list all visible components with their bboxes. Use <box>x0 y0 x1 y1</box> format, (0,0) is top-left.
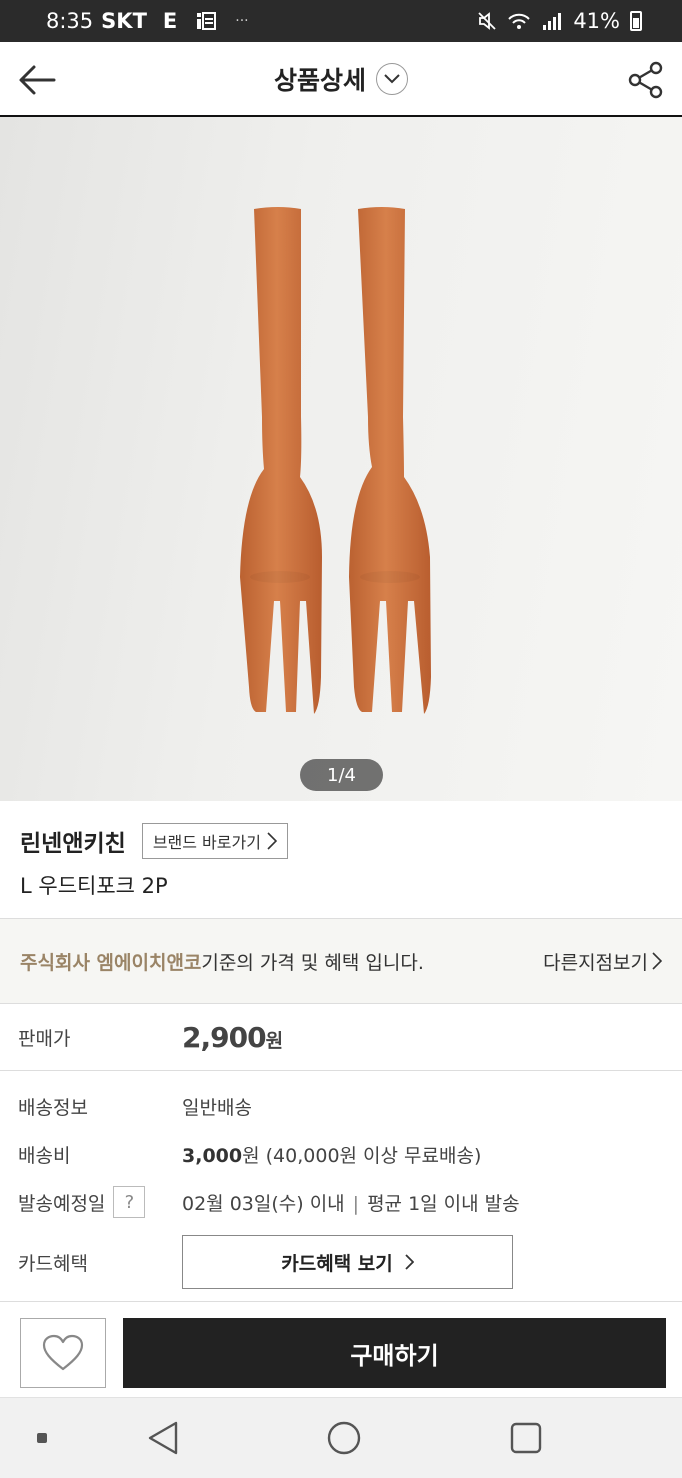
shipping-fee-value: 3,000원 (40,000원 이상 무료배송) <box>182 1141 481 1168</box>
dispatch-average: 평균 1일 이내 발송 <box>367 1192 520 1215</box>
square-recents-icon <box>510 1422 542 1454</box>
store-notice-message: 기준의 가격 및 혜택 입니다. <box>201 951 424 974</box>
card-benefit-button-label: 카드혜택 보기 <box>281 1252 393 1275</box>
card-benefit-row: 카드혜택 카드혜택 보기 <box>0 1234 682 1290</box>
status-bar: 8:35 SKT E ··· 41% <box>0 0 682 42</box>
dot-icon <box>37 1433 47 1443</box>
nav-back-button[interactable] <box>143 1418 183 1458</box>
system-navigation-bar <box>0 1397 682 1478</box>
heart-icon <box>42 1334 84 1371</box>
dispatch-date-label-wrap: 발송예정일 ? <box>0 1186 182 1218</box>
image-page-indicator: 1/4 <box>300 759 383 791</box>
battery-percent: 41% <box>573 9 620 33</box>
brand-link-button[interactable]: 브랜드 바로가기 <box>141 823 288 859</box>
dispatch-separator: | <box>352 1192 360 1215</box>
shipping-fee-row: 배송비 3,000원 (40,000원 이상 무료배송) <box>0 1136 682 1172</box>
dispatch-date-row: 발송예정일 ? 02월 03일(수) 이내 | 평균 1일 이내 발송 <box>0 1184 682 1220</box>
arrow-left-icon <box>19 65 56 95</box>
price-amount: 2,900 <box>182 1020 267 1054</box>
status-time: 8:35 <box>46 9 94 33</box>
price-label: 판매가 <box>18 1027 71 1050</box>
dispatch-date-label: 발송예정일 <box>18 1192 106 1215</box>
shipping-fee-amount: 3,000 <box>182 1144 243 1167</box>
chevron-right-icon <box>405 1254 414 1270</box>
status-more-dots: ··· <box>235 13 249 29</box>
brand-name: 린넨앤키친 <box>20 831 126 857</box>
bottom-action-bar: 구매하기 <box>0 1301 682 1397</box>
nav-dot-button[interactable] <box>22 1418 62 1458</box>
page-title: 상품상세 <box>273 65 366 95</box>
title-dropdown[interactable]: 상품상세 <box>274 61 408 97</box>
product-image-wooden-forks <box>240 207 431 714</box>
product-name: L 우드티포크 2P <box>20 874 168 898</box>
brand-link-label: 브랜드 바로가기 <box>152 833 261 852</box>
price-value: 2,900원 <box>182 1020 284 1054</box>
other-stores-label: 다른지점보기 <box>543 951 648 974</box>
shipping-fee-label: 배송비 <box>18 1144 71 1167</box>
price-unit: 원 <box>265 1029 284 1052</box>
share-button[interactable] <box>628 60 664 100</box>
circle-home-icon <box>327 1421 361 1455</box>
shipping-info-value: 일반배송 <box>182 1096 252 1119</box>
brand-row: 린넨앤키친 브랜드 바로가기 <box>20 823 288 859</box>
back-button[interactable] <box>18 60 58 100</box>
signal-icon <box>543 13 562 30</box>
shipping-info-row: 배송정보 일반배송 <box>0 1088 682 1124</box>
other-stores-link[interactable]: 다른지점보기 <box>543 948 662 975</box>
shipping-fee-unit: 원 <box>242 1144 260 1167</box>
store-price-notice: 주식회사 엠에이치앤코 기준의 가격 및 혜택 입니다. 다른지점보기 <box>0 918 682 1004</box>
chevron-right-icon <box>652 952 662 970</box>
top-app-bar: 상품상세 <box>0 42 682 117</box>
wishlist-button[interactable] <box>20 1318 106 1388</box>
store-company-name: 주식회사 엠에이치앤코 <box>20 951 202 974</box>
buy-button[interactable]: 구매하기 <box>123 1318 666 1388</box>
price-row: 판매가 2,900원 <box>0 1004 682 1071</box>
shipping-fee-note: (40,000원 이상 무료배송) <box>265 1144 482 1167</box>
dispatch-date-value: 02월 03일(수) 이내 <box>182 1192 345 1215</box>
product-image-gallery[interactable]: 1/4 <box>0 117 682 801</box>
status-network: E <box>162 9 178 33</box>
mute-icon <box>478 12 496 30</box>
shipping-info-label: 배송정보 <box>18 1096 88 1119</box>
nav-home-button[interactable] <box>324 1418 364 1458</box>
status-carrier: SKT <box>101 9 147 33</box>
triangle-back-icon <box>148 1421 178 1455</box>
nav-recents-button[interactable] <box>506 1418 546 1458</box>
share-icon <box>628 61 663 99</box>
chevron-down-icon <box>376 62 408 95</box>
dispatch-date-value-wrap: 02월 03일(수) 이내 | 평균 1일 이내 발송 <box>182 1189 520 1216</box>
card-benefit-button[interactable]: 카드혜택 보기 <box>182 1235 513 1289</box>
card-benefit-label: 카드혜택 <box>18 1252 88 1275</box>
wifi-icon <box>508 13 531 29</box>
chevron-right-icon <box>267 832 277 850</box>
app-notification-icon <box>197 12 217 30</box>
dispatch-help-button[interactable]: ? <box>113 1186 146 1218</box>
battery-icon <box>630 11 642 31</box>
